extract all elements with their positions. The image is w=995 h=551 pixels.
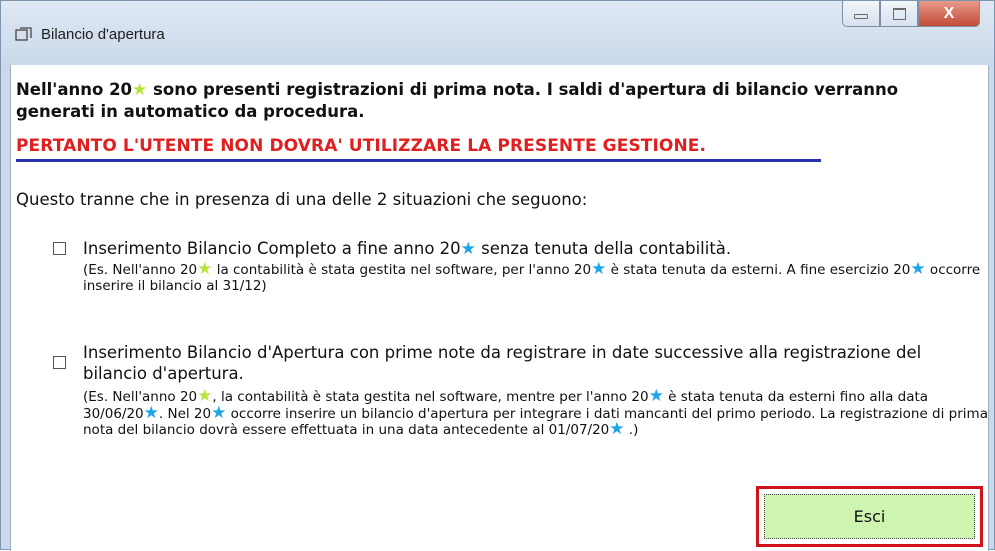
option-complete-balance-note: (Es. Nell'anno 20★ la contabilità è stat… [83, 259, 988, 294]
note-text: (Es. Nell'anno 20 [83, 262, 198, 278]
option-complete-balance-title[interactable]: Inserimento Bilancio Completo a fine ann… [83, 238, 983, 260]
star-icon-blue: ★ [910, 259, 926, 279]
option-opening-balance-title[interactable]: Inserimento Bilancio d'Apertura con prim… [83, 342, 983, 384]
intro-message: Nell'anno 20★ sono presenti registrazion… [16, 79, 976, 122]
title-bar[interactable]: Bilancio d'apertura X [1, 1, 995, 65]
star-icon-blue: ★ [648, 386, 664, 406]
star-icon-yellow: ★ [197, 259, 213, 279]
note-text: la contabilità è stata gestita nel softw… [212, 262, 592, 278]
note-text: . Nel 20 [158, 405, 212, 422]
intro-text-2: sono presenti registrazioni di prima not… [16, 80, 899, 121]
maximize-icon [892, 7, 906, 20]
star-icon-blue: ★ [591, 259, 607, 279]
exit-button-highlight: Esci [756, 486, 983, 547]
note-text: , la contabilità è stata gestita nel sof… [212, 389, 649, 405]
dialog-window: Bilancio d'apertura X Nell'anno 20★ sono… [0, 0, 995, 551]
situations-intro: Questo tranne che in presenza di una del… [16, 190, 588, 209]
note-text: (Es. Nell'anno 20 [83, 389, 198, 405]
close-icon: X [943, 4, 955, 22]
intro-text-1: Nell'anno 20 [16, 80, 133, 99]
window-title: Bilancio d'apertura [41, 26, 165, 43]
exit-button[interactable]: Esci [764, 494, 975, 539]
minimize-button[interactable] [842, 1, 880, 27]
star-icon-blue: ★ [609, 419, 625, 439]
dialog-content: Nell'anno 20★ sono presenti registrazion… [10, 65, 989, 551]
option-title-text: Inserimento Bilancio Completo a fine ann… [83, 239, 461, 258]
app-icon [15, 27, 32, 41]
option-title-text: senza tenuta della contabilità. [475, 239, 732, 258]
note-text: .) [624, 422, 639, 438]
warning-message: PERTANTO L'UTENTE NON DOVRA' UTILIZZARE … [16, 136, 707, 156]
star-icon-blue: ★ [460, 239, 476, 259]
star-icon-blue: ★ [143, 402, 159, 423]
option-complete-balance-checkbox[interactable] [53, 242, 66, 255]
note-text: è stata tenuta da esterni. A fine eserci… [606, 262, 911, 278]
close-button[interactable]: X [918, 1, 980, 27]
star-icon-yellow: ★ [132, 80, 148, 100]
option-opening-balance-checkbox[interactable] [53, 356, 66, 369]
minimize-icon [854, 14, 868, 19]
star-icon-blue: ★ [211, 402, 227, 423]
option-opening-balance-note: (Es. Nell'anno 20★, la contabilità è sta… [83, 386, 988, 439]
maximize-button[interactable] [880, 1, 918, 27]
warning-underline [16, 159, 821, 162]
